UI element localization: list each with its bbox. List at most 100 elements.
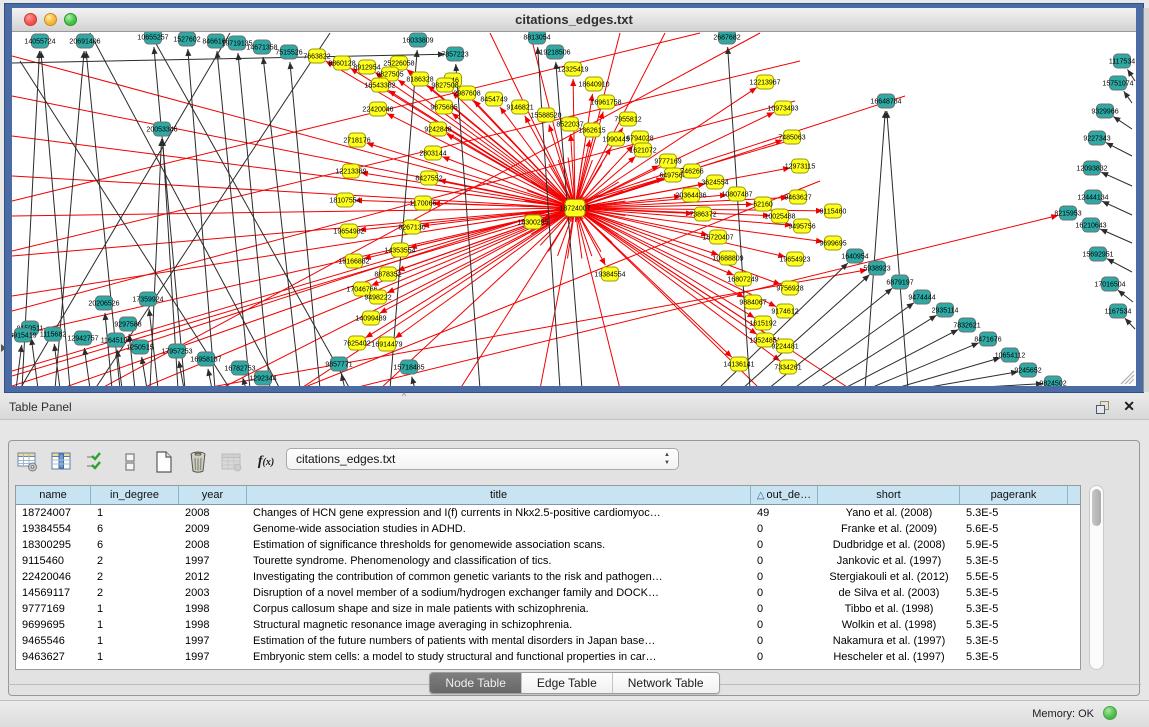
graph-node[interactable]: 17016504 (1094, 277, 1125, 291)
graph-node[interactable]: 1615192 (749, 316, 776, 330)
graph-node[interactable]: 9699695 (819, 236, 846, 250)
graph-node[interactable]: 8471676 (974, 332, 1001, 346)
tab-node-table[interactable]: Node Table (430, 673, 522, 693)
graph-node[interactable]: 9245652 (1014, 363, 1041, 377)
graph-node[interactable]: 8878352 (374, 267, 401, 281)
table-row[interactable]: 977716911998Corpus callosum shape and si… (16, 601, 1080, 617)
graph-edge[interactable] (12, 208, 575, 376)
table-row[interactable]: 1872400712008Changes of HCN gene express… (16, 505, 1080, 521)
graph-edge[interactable] (12, 54, 445, 63)
delete-column-icon[interactable] (185, 449, 211, 475)
graph-node[interactable]: 2803144 (419, 146, 446, 160)
graph-node[interactable]: 1117534 (1109, 54, 1135, 68)
graph-edge[interactable] (865, 111, 885, 386)
graph-node[interactable]: 20206526 (88, 296, 119, 310)
table-row[interactable]: 946362711997Embryonic stem cells: a mode… (16, 649, 1080, 665)
column-header-year[interactable]: year (179, 486, 247, 504)
graph-node[interactable]: 1640954 (841, 249, 868, 263)
table-row[interactable]: 1830029562008Estimation of significance … (16, 537, 1080, 553)
column-header-title[interactable]: title (247, 486, 751, 504)
graph-node[interactable]: 16033809 (402, 33, 433, 47)
graph-node[interactable]: 10807487 (721, 187, 752, 201)
graph-node[interactable]: 746266 (680, 164, 703, 178)
graph-node[interactable]: 8813054 (523, 32, 550, 44)
graph-node[interactable]: 17359924 (132, 292, 163, 306)
graph-node[interactable]: 9875685 (430, 100, 457, 114)
window-titlebar[interactable]: citations_edges.txt (12, 8, 1136, 32)
graph-edge[interactable] (950, 384, 1043, 386)
graph-node[interactable]: 7857223 (441, 47, 468, 61)
graph-node[interactable]: 10688809 (712, 251, 743, 265)
column-header-name[interactable]: name (16, 486, 91, 504)
graph-node[interactable]: 14055724 (24, 34, 55, 48)
graph-edge[interactable] (217, 51, 250, 386)
graph-node[interactable]: 10654112 (995, 348, 1026, 362)
float-panel-icon[interactable] (1096, 401, 1109, 414)
column-header-out_de[interactable]: △out_de… (751, 486, 818, 504)
graph-node[interactable]: 20364436 (675, 188, 706, 202)
table-row[interactable]: 969969511998Structural magnetic resonanc… (16, 617, 1080, 633)
tab-edge-table[interactable]: Edge Table (522, 673, 613, 693)
network-view-window[interactable]: citations_edges.txt 14055724 20691406 1065… (5, 4, 1143, 392)
graph-node[interactable]: 9463627 (784, 190, 811, 204)
graph-edge[interactable] (12, 208, 575, 336)
graph-node[interactable]: 7334261 (774, 360, 801, 374)
graph-node[interactable]: 6879197 (886, 275, 913, 289)
graph-node[interactable]: 18640910 (578, 77, 609, 91)
graph-node[interactable]: 14136141 (723, 357, 754, 371)
graph-edge[interactable] (575, 208, 732, 357)
graph-node[interactable]: 8454749 (480, 92, 507, 106)
table-row[interactable]: 1456911722003Disruption of a novel membe… (16, 585, 1080, 601)
graph-node[interactable]: 7663822 (303, 49, 330, 63)
graph-node[interactable]: 1167534 (1105, 304, 1132, 318)
graph-node[interactable]: 19218506 (539, 45, 570, 59)
delete-table-icon[interactable] (219, 449, 245, 475)
graph-node[interactable]: 9329966 (1091, 104, 1118, 118)
graph-node[interactable]: 7625402 (343, 336, 370, 350)
graph-node[interactable]: 9115460 (820, 204, 847, 218)
graph-node[interactable]: 3624554 (701, 175, 728, 189)
graph-node[interactable]: 1292344 (249, 371, 276, 385)
graph-node[interactable]: 12213967 (749, 75, 780, 89)
graph-node[interactable]: 14099489 (355, 311, 386, 325)
graph-node[interactable]: 17957253 (161, 344, 192, 358)
function-builder-icon[interactable]: f(x) (253, 449, 279, 475)
column-header-in_degree[interactable]: in_degree (91, 486, 179, 504)
graph-edge[interactable] (95, 33, 330, 386)
graph-edge[interactable] (238, 53, 270, 386)
table-selector-dropdown[interactable]: citations_edges.txt ▲▼ (286, 448, 679, 470)
graph-node[interactable]: 9857771 (325, 357, 352, 371)
graph-node[interactable]: 1527602 (173, 32, 200, 46)
graph-node[interactable]: 9495756 (788, 219, 815, 233)
graph-edge[interactable] (12, 208, 575, 296)
table-scrollbar[interactable] (1089, 485, 1104, 670)
graph-node[interactable]: 1621072 (629, 143, 656, 157)
table-row[interactable]: 1938455462009Genome-wide association stu… (16, 521, 1080, 537)
graph-node[interactable]: 9824502 (1039, 376, 1066, 386)
graph-node[interactable]: 19654923 (779, 252, 810, 266)
new-column-icon[interactable] (151, 449, 177, 475)
graph-edge[interactable] (105, 313, 112, 386)
graph-edge[interactable] (918, 372, 1018, 386)
graph-node[interactable]: 16961758 (590, 95, 621, 109)
graph-node[interactable]: 10655257 (137, 32, 168, 44)
table-row[interactable]: 2242004622012Investigating the contribut… (16, 569, 1080, 585)
table-row[interactable]: 946554611997Estimation of the future num… (16, 633, 1080, 649)
graph-edge[interactable] (442, 157, 575, 208)
graph-edge[interactable] (868, 343, 979, 386)
graph-node[interactable]: 16958187 (190, 352, 221, 366)
graph-node[interactable]: 12973115 (785, 159, 816, 173)
window-resize-grip[interactable] (1118, 370, 1135, 385)
graph-node[interactable]: 16720407 (702, 230, 733, 244)
column-header-short[interactable]: short (818, 486, 960, 504)
column-visibility-icon[interactable] (49, 449, 75, 475)
graph-edge[interactable] (818, 315, 937, 386)
graph-node[interactable]: 5938923 (863, 261, 890, 275)
graph-node[interactable]: 2718176 (343, 133, 370, 147)
table-mode-icon[interactable] (15, 449, 41, 475)
graph-node[interactable]: 20691406 (69, 34, 100, 48)
tab-network-table[interactable]: Network Table (613, 673, 719, 693)
graph-node[interactable]: 2935114 (932, 303, 959, 317)
graph-node[interactable]: 2687682 (713, 32, 740, 44)
graph-node[interactable]: 8215953 (1054, 206, 1081, 220)
